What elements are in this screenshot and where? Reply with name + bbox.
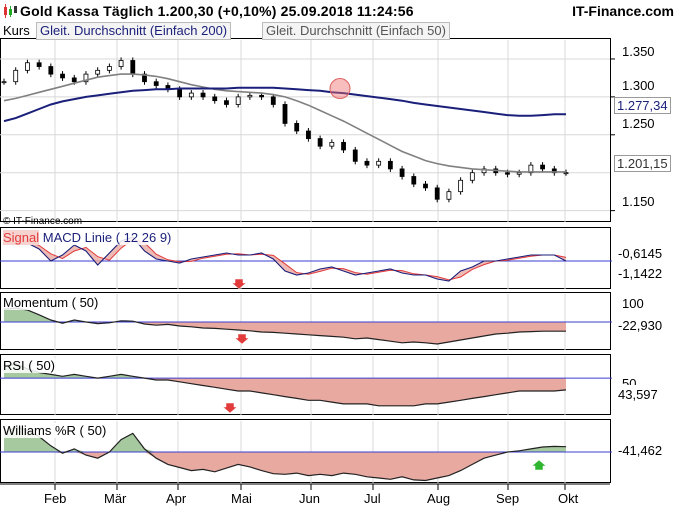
- last-price-label: 1.201,15: [614, 155, 671, 172]
- macd-value-1: -0,6145: [618, 246, 663, 261]
- rsi-label: RSI ( 50): [3, 358, 58, 373]
- legend-prefix: Kurs: [3, 23, 30, 38]
- candle-body-4: [48, 66, 54, 75]
- chart-title: Gold Kassa Täglich 1.200,30 (+0,10%) 25.…: [20, 3, 414, 19]
- momentum-sell-arrow: [234, 333, 250, 345]
- candle-body-35: [411, 176, 417, 185]
- candle-body-30: [352, 149, 358, 162]
- month-label-apr: Apr: [166, 491, 187, 506]
- candle-body-19: [224, 100, 229, 105]
- month-label-aug: Aug: [427, 491, 451, 506]
- rsi-negative-area: [4, 378, 566, 406]
- candle-body-15: [177, 88, 183, 98]
- candle-body-26: [306, 130, 311, 139]
- ma200-value-label: 1.277,34: [614, 97, 671, 114]
- candle-body-32: [376, 160, 382, 166]
- momentum-positive-area: [4, 308, 566, 322]
- candle-body-8: [95, 69, 101, 75]
- month-label-sep: Sep: [496, 491, 520, 506]
- candle-body-28: [329, 141, 335, 147]
- macd-value-2: -1,1422: [618, 266, 663, 281]
- candle-body-0: [1, 81, 7, 84]
- price-legend: Kurs: [3, 23, 30, 39]
- candle-body-22: [259, 94, 264, 98]
- macd-label: Signal MACD Linie ( 12 26 9): [3, 230, 174, 245]
- price-tick-1350: 1.350: [622, 44, 655, 59]
- macd-sell-arrow: [231, 278, 247, 290]
- price-tick-1150: 1.150: [622, 194, 655, 209]
- rsi-sell-arrow: [222, 402, 238, 414]
- candle-body-38: [446, 191, 452, 200]
- price-tick-1300: 1.300: [622, 78, 655, 93]
- candle-body-29: [341, 141, 346, 151]
- momentum-value: -22,930: [618, 318, 663, 333]
- candle-body-48: [563, 172, 569, 175]
- candle-body-34: [399, 168, 405, 177]
- candle-body-1: [13, 69, 19, 83]
- candle-body-9: [106, 66, 112, 71]
- candle-body-23: [270, 96, 276, 105]
- candle-body-18: [212, 96, 218, 102]
- candle-body-31: [364, 160, 370, 166]
- legend-ma200[interactable]: Gleit. Durchschnitt (Einfach 200): [36, 22, 232, 40]
- momentum-axis-tick: 100: [622, 296, 644, 311]
- candle-body-11: [130, 60, 136, 75]
- month-label-jul: Jul: [364, 491, 381, 506]
- williams-buy-arrow: [531, 459, 547, 471]
- candle-body-10: [118, 60, 124, 67]
- candle-body-5: [60, 73, 65, 79]
- candle-body-33: [387, 160, 393, 170]
- price-panel-frame: [0, 38, 611, 222]
- candle-body-25: [294, 123, 300, 132]
- candle-body-3: [36, 62, 42, 67]
- rsi-value: 43,597: [618, 387, 658, 402]
- momentum-label: Momentum ( 50): [3, 295, 101, 310]
- candle-body-43: [505, 172, 510, 175]
- candle-body-20: [235, 96, 241, 105]
- month-label-okt: Okt: [558, 491, 579, 506]
- candle-body-21: [247, 94, 253, 98]
- candle-body-24: [282, 104, 288, 124]
- price-tick-1250: 1.250: [622, 116, 655, 131]
- candle-body-13: [153, 81, 159, 86]
- candle-body-17: [200, 92, 206, 98]
- candle-body-2: [25, 62, 30, 71]
- macd-line-label: MACD Linie ( 12 26 9): [42, 230, 172, 245]
- candlestick-icon: [4, 4, 17, 18]
- candle-body-37: [434, 187, 440, 200]
- candle-body-36: [423, 183, 428, 189]
- macd-signal-label: Signal: [3, 230, 40, 245]
- month-label-feb: Feb: [44, 491, 67, 506]
- williams-label: Williams %R ( 50): [3, 423, 109, 438]
- month-label-mar: Mär: [104, 491, 127, 506]
- candle-body-44: [516, 172, 522, 175]
- candle-body-16: [188, 92, 194, 98]
- williams-value: -41,462: [618, 443, 663, 458]
- legend-ma50[interactable]: Gleit. Durchschnitt (Einfach 50): [262, 22, 450, 40]
- brand-name: IT-Finance.com: [572, 3, 674, 19]
- month-label-mai: Mai: [231, 491, 252, 506]
- watermark: © IT-Finance.com: [3, 216, 83, 227]
- candle-body-39: [458, 179, 464, 193]
- candle-body-6: [71, 77, 77, 83]
- rsi-axis-tick: 50: [622, 376, 637, 385]
- month-label-jun: Jun: [299, 491, 320, 506]
- candle-body-46: [540, 164, 545, 170]
- candle-body-40: [469, 172, 475, 181]
- candle-body-27: [317, 138, 323, 147]
- rsi-positive-area: [4, 363, 566, 379]
- chart-header: Gold Kassa Täglich 1.200,30 (+0,10%) 25.…: [0, 0, 680, 22]
- crossover-marker: [329, 78, 351, 100]
